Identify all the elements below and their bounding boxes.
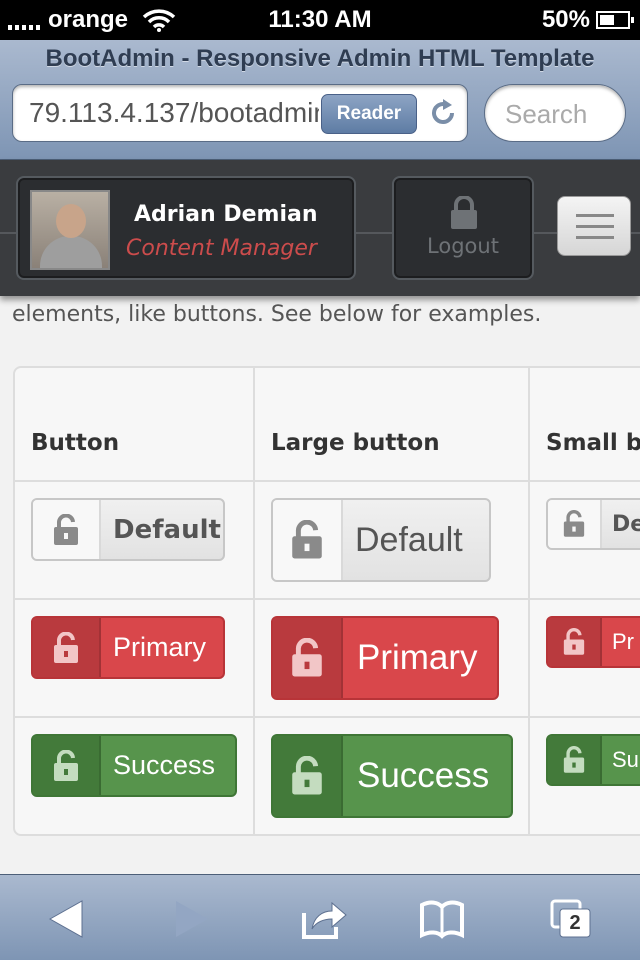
- column-header-large-button: Large button: [271, 430, 440, 456]
- battery-icon: [596, 11, 634, 29]
- success-small-button[interactable]: Su: [546, 734, 640, 786]
- status-bar: orange 11:30 AM 50%: [0, 0, 640, 40]
- browser-top-bar: BootAdmin - Responsive Admin HTML Templa…: [0, 40, 640, 160]
- forward-icon[interactable]: [168, 897, 216, 941]
- lock-icon: [548, 618, 602, 666]
- search-field[interactable]: Search: [484, 84, 626, 142]
- page-content: elements, like buttons. See below for ex…: [0, 296, 640, 874]
- lock-icon: [273, 736, 343, 816]
- reload-icon[interactable]: [427, 97, 459, 129]
- column-header-button: Button: [31, 430, 120, 456]
- primary-large-button[interactable]: Primary: [271, 616, 499, 700]
- primary-small-button-label: Pr: [612, 629, 634, 654]
- bookmarks-icon[interactable]: [418, 897, 466, 941]
- menu-icon[interactable]: [557, 196, 631, 256]
- user-profile[interactable]: Adrian Demian Content Manager: [16, 176, 356, 280]
- battery: 50%: [541, 6, 634, 34]
- url-text[interactable]: 79.113.4.137/bootadmin: [29, 97, 319, 129]
- user-role: Content Manager: [126, 236, 317, 261]
- logout-label: Logout: [427, 234, 499, 258]
- avatar: [30, 190, 110, 270]
- logout-button[interactable]: Logout: [392, 176, 534, 280]
- success-large-button[interactable]: Success: [271, 734, 513, 818]
- tabs-count: 2: [569, 912, 581, 934]
- battery-percent: 50%: [541, 6, 590, 33]
- primary-button-label: Primary: [113, 632, 206, 662]
- success-small-button-label: Su: [612, 747, 639, 772]
- success-button[interactable]: Success: [31, 734, 237, 797]
- lock-icon: [273, 500, 343, 580]
- lock-icon: [33, 736, 101, 795]
- lock-icon: [33, 500, 101, 559]
- admin-header: Adrian Demian Content Manager Logout: [0, 160, 640, 296]
- default-small-button-label: De: [612, 511, 640, 537]
- reader-button[interactable]: Reader: [321, 94, 417, 134]
- primary-large-button-label: Primary: [357, 638, 478, 677]
- success-button-label: Success: [113, 750, 216, 780]
- lock-icon: [548, 736, 602, 784]
- success-large-button-label: Success: [357, 756, 490, 795]
- lock-icon: [273, 618, 343, 698]
- back-icon[interactable]: [44, 897, 92, 941]
- lock-icon: [548, 500, 602, 548]
- page-title: BootAdmin - Responsive Admin HTML Templa…: [45, 45, 595, 72]
- user-name: Adrian Demian: [134, 202, 318, 227]
- tabs-icon[interactable]: 2: [548, 897, 596, 941]
- default-button[interactable]: Default: [31, 498, 225, 561]
- lock-icon: [33, 618, 101, 677]
- default-large-button[interactable]: Default: [271, 498, 491, 582]
- primary-button[interactable]: Primary: [31, 616, 225, 679]
- browser-toolbar: 2: [0, 874, 640, 960]
- default-button-label: Default: [113, 514, 221, 545]
- intro-text: elements, like buttons. See below for ex…: [12, 302, 542, 327]
- share-icon[interactable]: [300, 897, 348, 941]
- default-large-button-label: Default: [355, 520, 463, 559]
- column-header-small-button: Small b: [546, 430, 640, 456]
- primary-small-button[interactable]: Pr: [546, 616, 640, 668]
- buttons-table: Button Large button Small b Default Defa…: [13, 366, 640, 836]
- address-bar[interactable]: 79.113.4.137/bootadmin Reader: [12, 84, 468, 142]
- default-small-button[interactable]: De: [546, 498, 640, 550]
- lock-icon: [451, 196, 477, 229]
